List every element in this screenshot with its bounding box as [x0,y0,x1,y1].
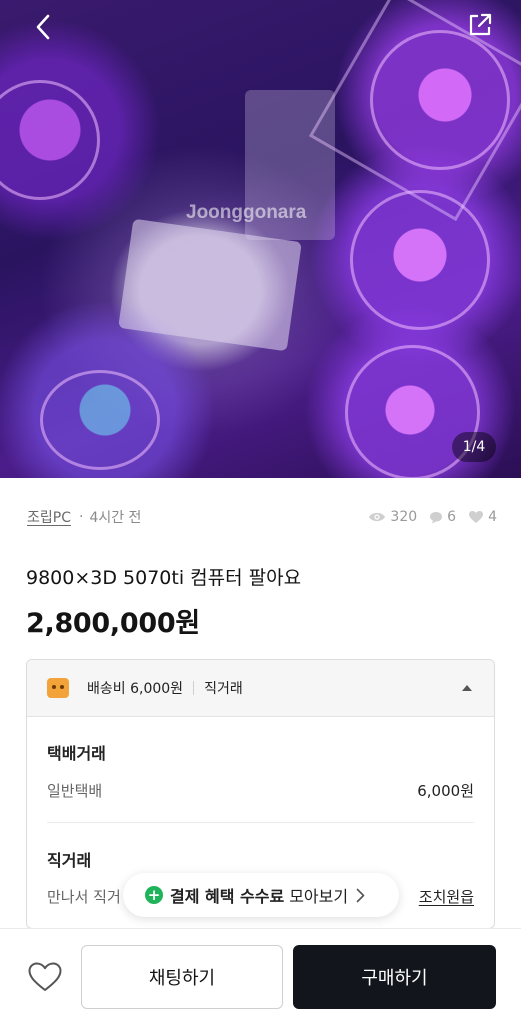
chats-count: 6 [447,509,457,525]
shipping-fee: 배송비 6,000원 [87,681,184,697]
eye-icon [369,512,386,522]
share-button[interactable] [465,10,495,40]
parcel-price: 6,000원 [417,782,474,800]
product-meta: 조립PC · 4시간 전 320 6 4 [27,507,497,527]
like-button[interactable] [26,959,64,995]
meta-separator: · [78,509,84,525]
chevron-right-icon [356,888,365,902]
stats: 320 6 4 [356,509,497,525]
posted-time: 4시간 전 [89,510,142,526]
buy-button[interactable]: 구매하기 [293,945,496,1009]
chevron-left-icon [36,14,50,40]
chat-bubble-icon [430,511,443,523]
direct-deal-label: 직거래 [204,681,243,697]
promo-text: 모아보기 [289,887,349,906]
caret-up-icon[interactable] [462,685,472,691]
views-count: 320 [390,509,418,525]
delivery-header[interactable]: 배송비 6,000원 직거래 [27,660,494,717]
heart-icon [469,511,484,523]
promo-bold-text: 결제 혜택 수수료 [170,887,285,906]
heart-outline-icon [28,962,62,991]
location-link[interactable]: 조치원읍 [419,888,474,906]
direct-description: 만나서 직거 [47,888,121,906]
chats-stat: 6 [429,509,456,525]
product-price: 2,800,000원 [26,608,200,639]
payment-benefits-banner[interactable]: + 결제 혜택 수수료 모아보기 [123,873,399,917]
chat-button[interactable]: 채팅하기 [81,945,283,1009]
product-title: 9800×3D 5070ti 컴퓨터 팔아요 [26,567,302,589]
bottom-action-bar: 채팅하기 구매하기 [0,928,521,1024]
direct-section-title: 직거래 [47,851,92,870]
shipping-box-icon [47,678,69,698]
photo-watermark: Joonggonara [186,202,307,223]
views-stat: 320 [368,509,417,525]
parcel-type: 일반택배 [47,782,103,800]
likes-stat: 4 [468,509,497,525]
photo-fan-ring [0,80,100,200]
photo-counter: 1/4 [452,432,496,462]
parcel-section-title: 택배거래 [47,744,106,763]
section-divider [47,822,474,823]
header-divider [193,681,195,695]
photo-fan-ring [40,370,160,470]
plus-circle-icon: + [145,886,163,904]
product-photo[interactable]: Joonggonara 1/4 [0,0,521,478]
likes-count: 4 [488,509,497,525]
photo-fan-ring [350,190,490,330]
category-link[interactable]: 조립PC [27,507,71,527]
back-button[interactable] [28,12,58,42]
share-icon [469,13,492,36]
